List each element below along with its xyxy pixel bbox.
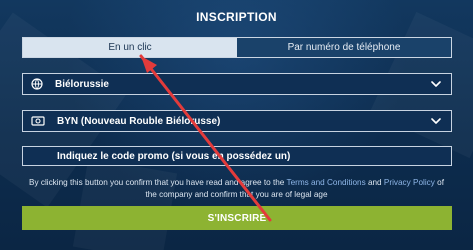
page-title: INSCRIPTION [196,10,277,24]
terms-text: and [365,178,384,187]
registration-method-tabs: En un clic Par numéro de téléphone [22,37,452,58]
tab-phone-number[interactable]: Par numéro de téléphone [237,38,451,57]
signup-button[interactable]: S'INSCRIRE [22,206,452,230]
currency-select[interactable]: BYN (Nouveau Rouble Biélorusse) [22,110,452,132]
terms-notice: By clicking this button you confirm that… [26,177,447,201]
chevron-down-icon [431,116,441,126]
terms-and-conditions-link[interactable]: Terms and Conditions [286,178,365,187]
chevron-down-icon [431,79,441,89]
country-select[interactable]: Biélorussie [22,73,452,95]
currency-value: BYN (Nouveau Rouble Biélorusse) [57,115,221,127]
tab-one-click[interactable]: En un clic [23,38,237,57]
globe-icon [31,78,43,90]
registration-panel: INSCRIPTION En un clic Par numéro de tél… [0,0,473,250]
privacy-policy-link[interactable]: Privacy Policy [384,178,435,187]
money-icon [31,116,45,126]
promo-code-input[interactable]: Indiquez le code promo (si vous en possé… [22,146,452,166]
background-decoration [72,157,178,250]
promo-code-placeholder: Indiquez le code promo (si vous en possé… [57,150,291,162]
country-value: Biélorussie [55,78,109,90]
terms-text: By clicking this button you confirm that… [29,178,287,187]
